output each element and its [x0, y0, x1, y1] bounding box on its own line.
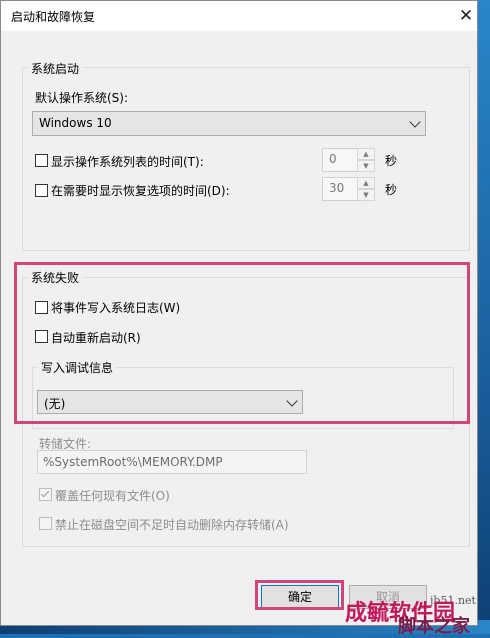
overwrite-label: 覆盖任何现有文件(O)	[55, 489, 170, 503]
show-recovery-time-input: 30	[322, 177, 359, 201]
checkmark-icon	[40, 488, 50, 498]
window-title: 启动和故障恢复	[11, 10, 96, 24]
show-recovery-checkbox[interactable]	[35, 184, 48, 197]
spin-up-icon: ▲	[357, 148, 375, 160]
system-startup-legend: 系统启动	[28, 60, 83, 77]
ok-button-highlight	[255, 580, 344, 610]
show-os-list-time-input: 0	[322, 148, 359, 172]
watermark-line2: 脚本之家	[398, 616, 470, 637]
show-os-list-spinner: ▲ ▼	[357, 148, 375, 172]
show-recovery-label[interactable]: 在需要时显示恢复选项的时间(D):	[51, 182, 230, 199]
show-os-list-label[interactable]: 显示操作系统列表的时间(T):	[51, 153, 204, 170]
close-icon[interactable]: ✕	[453, 5, 479, 27]
show-recovery-time-value: 30	[329, 181, 345, 195]
spin-up-icon: ▲	[357, 177, 375, 189]
show-os-list-checkbox[interactable]	[35, 154, 48, 167]
default-os-select[interactable]: Windows 10	[32, 111, 426, 136]
default-os-value: Windows 10	[39, 116, 112, 130]
dump-file-input: %SystemRoot%\MEMORY.DMP	[37, 450, 307, 474]
disable-auto-delete-label: 禁止在磁盘空间不足时自动删除内存转储(A)	[55, 518, 289, 532]
spin-down-icon: ▼	[357, 160, 375, 172]
show-os-list-time-value: 0	[329, 152, 337, 166]
desktop-background	[478, 0, 490, 634]
disable-auto-delete-checkbox	[39, 517, 52, 530]
chevron-down-icon	[409, 116, 421, 128]
spin-down-icon: ▼	[357, 189, 375, 201]
seconds-unit-1: 秒	[385, 154, 398, 168]
seconds-unit-2: 秒	[385, 183, 398, 197]
dump-file-value: %SystemRoot%\MEMORY.DMP	[43, 455, 223, 469]
default-os-label: 默认操作系统(S):	[35, 91, 129, 105]
failure-section-highlight	[14, 262, 470, 424]
title-bar: 启动和故障恢复 ✕	[1, 1, 477, 31]
overwrite-checkbox	[39, 488, 52, 501]
show-recovery-spinner: ▲ ▼	[357, 177, 375, 201]
